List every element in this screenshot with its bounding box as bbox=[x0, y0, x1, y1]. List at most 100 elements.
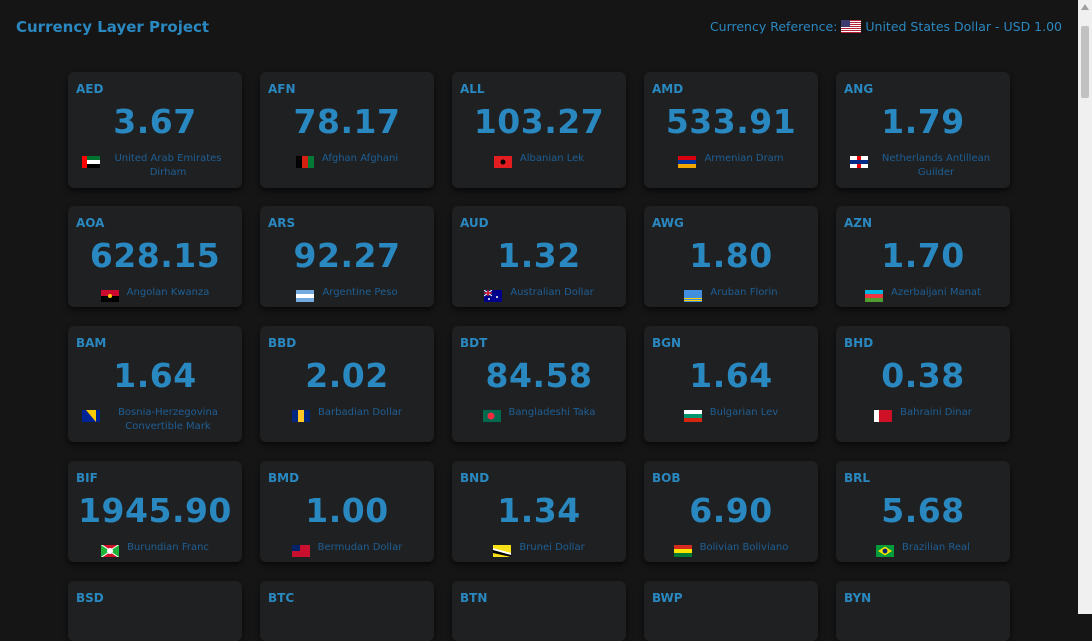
currency-card-afn[interactable]: AFN 78.17 Afghan Afghani bbox=[260, 72, 434, 188]
currency-card-bhd[interactable]: BHD 0.38 Bahraini Dinar bbox=[836, 326, 1010, 442]
currency-name-row: Aruban Florin bbox=[644, 286, 818, 302]
currency-card-bam[interactable]: BAM 1.64 Bosnia-Herzegovina Convertible Ma… bbox=[68, 326, 242, 442]
currency-code: ARS bbox=[268, 216, 296, 230]
currency-card-btc[interactable]: BTC bbox=[260, 581, 434, 641]
currency-card-btn[interactable]: BTN bbox=[452, 581, 626, 641]
currency-name-row: Armenian Dram bbox=[644, 152, 818, 168]
currency-reference: Currency Reference: United States Dollar… bbox=[710, 19, 1062, 34]
currency-code: AOA bbox=[76, 216, 105, 230]
currency-name-row: Barbadian Dollar bbox=[260, 406, 434, 422]
currency-name: Brunei Dollar bbox=[519, 542, 585, 553]
vertical-scrollbar[interactable] bbox=[1078, 0, 1092, 614]
currency-code: BMD bbox=[268, 471, 300, 485]
currency-name: Albanian Lek bbox=[519, 153, 585, 164]
am-flag-icon bbox=[678, 153, 697, 168]
currency-name: United Arab Emirates Dirham bbox=[114, 153, 222, 178]
currency-code: BOB bbox=[652, 471, 681, 485]
currency-card-all[interactable]: ALL 103.27 Albanian Lek bbox=[452, 72, 626, 188]
exchange-rate: 3.67 bbox=[113, 102, 197, 141]
currency-name: Bangladeshi Taka bbox=[508, 407, 596, 418]
currency-name: Bahraini Dinar bbox=[900, 407, 972, 418]
currency-card-bif[interactable]: BIF 1945.90 Burundian Franc bbox=[68, 461, 242, 562]
reference-label: Currency Reference: bbox=[709, 19, 838, 34]
exchange-rate: 2.02 bbox=[305, 356, 389, 395]
aw-flag-icon bbox=[684, 287, 703, 302]
currency-card-ang[interactable]: ANG 1.79 Netherlands Antillean Guilder bbox=[836, 72, 1010, 188]
currency-name: Angolan Kwanza bbox=[126, 287, 210, 298]
currency-card-bnd[interactable]: BND 1.34 Brunei Dollar bbox=[452, 461, 626, 562]
currency-code: BHD bbox=[844, 336, 874, 350]
currency-name-row: Brunei Dollar bbox=[452, 541, 626, 557]
currency-name: Brazilian Real bbox=[902, 542, 970, 553]
currency-name-row: Bahraini Dinar bbox=[836, 406, 1010, 422]
currency-card-azn[interactable]: AZN 1.70 Azerbaijani Manat bbox=[836, 206, 1010, 307]
currency-card-bsd[interactable]: BSD bbox=[68, 581, 242, 641]
ao-flag-icon bbox=[100, 287, 119, 302]
currency-code: BTC bbox=[268, 591, 295, 605]
currency-code: AWG bbox=[652, 216, 684, 230]
bg-flag-icon bbox=[683, 407, 702, 422]
currency-name-row: Bangladeshi Taka bbox=[452, 406, 626, 422]
currency-code: BND bbox=[460, 471, 490, 485]
ar-flag-icon bbox=[296, 287, 315, 302]
scroll-up-icon[interactable] bbox=[1081, 4, 1089, 10]
currency-name: Burundian Franc bbox=[127, 542, 209, 553]
bd-flag-icon bbox=[482, 407, 501, 422]
page-header: Currency Layer Project Currency Referenc… bbox=[0, 0, 1078, 60]
currency-card-bdt[interactable]: BDT 84.58 Bangladeshi Taka bbox=[452, 326, 626, 442]
exchange-rate: 1.80 bbox=[689, 236, 773, 275]
exchange-rate: 1945.90 bbox=[78, 491, 232, 530]
exchange-rate: 1.00 bbox=[305, 491, 389, 530]
exchange-rate: 1.70 bbox=[881, 236, 965, 275]
currency-name-row: Bulgarian Lev bbox=[644, 406, 818, 422]
page-title: Currency Layer Project bbox=[16, 18, 210, 36]
currency-name-row: Azerbaijani Manat bbox=[836, 286, 1010, 302]
currency-name: Bulgarian Lev bbox=[709, 407, 779, 418]
currency-name-row: Australian Dollar bbox=[452, 286, 626, 302]
exchange-rate: 1.34 bbox=[497, 491, 581, 530]
currency-name-row: Albanian Lek bbox=[452, 152, 626, 168]
exchange-rate: 6.90 bbox=[689, 491, 773, 530]
currency-card-amd[interactable]: AMD 533.91 Armenian Dram bbox=[644, 72, 818, 188]
currency-card-bmd[interactable]: BMD 1.00 Bermudan Dollar bbox=[260, 461, 434, 562]
currency-code: BYN bbox=[844, 591, 872, 605]
currency-name-row: Bermudan Dollar bbox=[260, 541, 434, 557]
exchange-rate: 84.58 bbox=[485, 356, 593, 395]
currency-name-row: Bolivian Boliviano bbox=[644, 541, 818, 557]
exchange-rate: 1.32 bbox=[497, 236, 581, 275]
exchange-rate: 0.38 bbox=[881, 356, 965, 395]
currency-card-brl[interactable]: BRL 5.68 Brazilian Real bbox=[836, 461, 1010, 562]
currency-card-aoa[interactable]: AOA 628.15 Angolan Kwanza bbox=[68, 206, 242, 307]
currency-code: BTN bbox=[460, 591, 488, 605]
currency-code: AFN bbox=[268, 82, 296, 96]
scroll-thumb[interactable] bbox=[1081, 26, 1089, 98]
currency-code: BDT bbox=[460, 336, 488, 350]
currency-name: Argentine Peso bbox=[322, 287, 398, 298]
currency-name-row: Angolan Kwanza bbox=[68, 286, 242, 302]
currency-card-bbd[interactable]: BBD 2.02 Barbadian Dollar bbox=[260, 326, 434, 442]
currency-card-byn[interactable]: BYN bbox=[836, 581, 1010, 641]
currency-code: AED bbox=[76, 82, 104, 96]
currency-name: Australian Dollar bbox=[510, 287, 594, 298]
currency-card-bgn[interactable]: BGN 1.64 Bulgarian Lev bbox=[644, 326, 818, 442]
currency-name-row: Burundian Franc bbox=[68, 541, 242, 558]
currency-code: BBD bbox=[268, 336, 297, 350]
exchange-rate: 5.68 bbox=[881, 491, 965, 530]
currency-name: Bermudan Dollar bbox=[317, 542, 403, 553]
currency-card-aed[interactable]: AED 3.67 United Arab Emirates Dirham bbox=[68, 72, 242, 188]
exchange-rate: 1.79 bbox=[881, 102, 965, 141]
exchange-rate: 1.64 bbox=[689, 356, 773, 395]
currency-name: Bolivian Boliviano bbox=[699, 542, 789, 553]
exchange-rate: 103.27 bbox=[473, 102, 605, 141]
currency-card-bwp[interactable]: BWP bbox=[644, 581, 818, 641]
currency-card-aud[interactable]: AUD 1.32 Australian Dollar bbox=[452, 206, 626, 307]
az-flag-icon bbox=[865, 287, 884, 302]
us-flag-icon bbox=[841, 20, 862, 33]
currency-card-ars[interactable]: ARS 92.27 Argentine Peso bbox=[260, 206, 434, 307]
exchange-rate: 78.17 bbox=[293, 102, 401, 141]
currency-code: AMD bbox=[652, 82, 684, 96]
bi-flag-icon bbox=[100, 542, 120, 558]
currency-card-awg[interactable]: AWG 1.80 Aruban Florin bbox=[644, 206, 818, 307]
currency-card-bob[interactable]: BOB 6.90 Bolivian Boliviano bbox=[644, 461, 818, 562]
currency-name-row: Netherlands Antillean Guilder bbox=[836, 152, 1010, 180]
